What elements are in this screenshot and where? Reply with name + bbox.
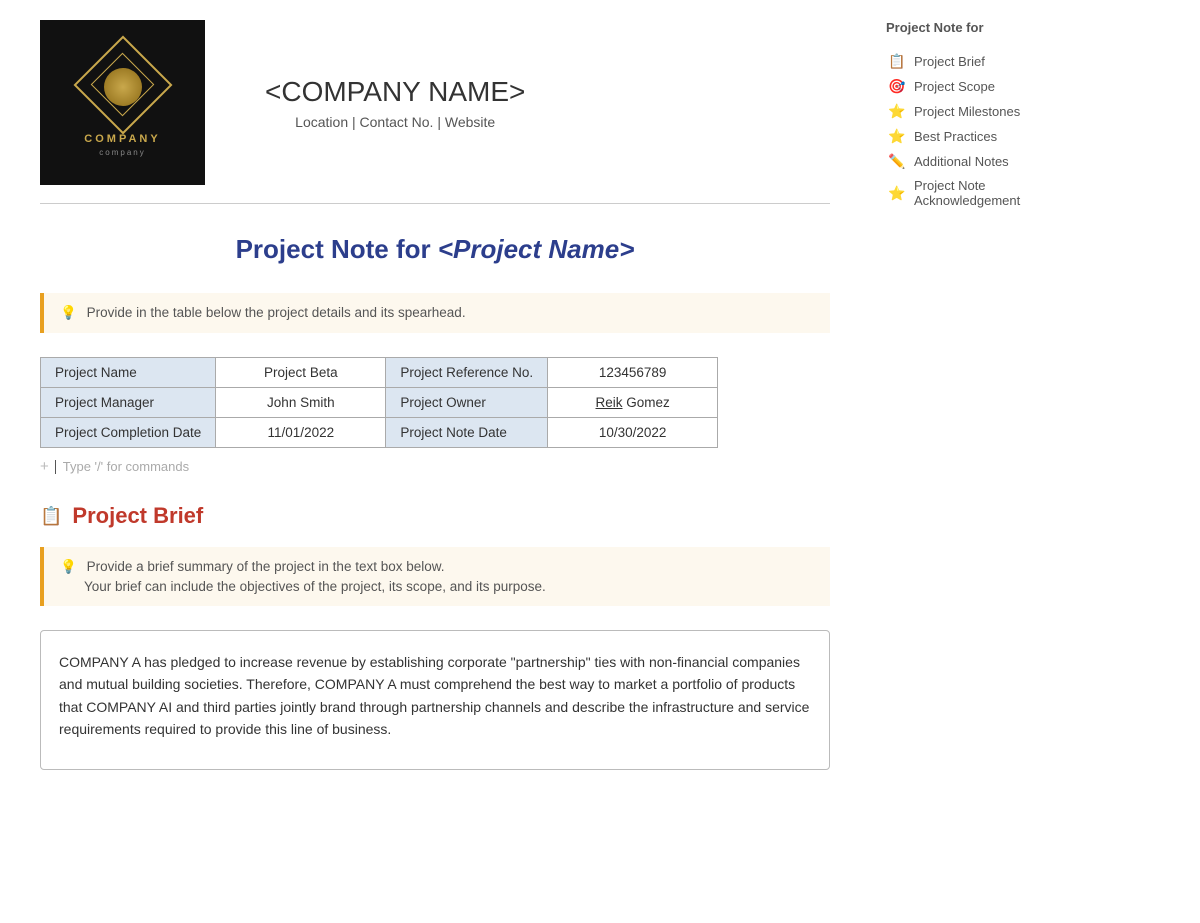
company-info: <COMPANY NAME> Location | Contact No. | … — [265, 76, 525, 130]
table-cell: Project Manager — [41, 388, 216, 418]
page-title-prefix: Project Note for — [236, 234, 438, 264]
table-row: Project Name Project Beta Project Refere… — [41, 358, 718, 388]
logo-circle — [104, 68, 142, 106]
logo-sub-text: company — [99, 148, 145, 157]
project-brief-section: 📋 Project Brief 💡 Provide a brief summar… — [40, 503, 830, 770]
sidebar-label-best-practices: Best Practices — [914, 129, 997, 144]
sidebar-label-scope: Project Scope — [914, 79, 995, 94]
sidebar-item-milestones[interactable]: ⭐ Project Milestones — [886, 99, 1074, 124]
brief-text-content[interactable]: COMPANY A has pledged to increase revenu… — [40, 630, 830, 770]
table-cell: Project Completion Date — [41, 418, 216, 448]
brief-content-text: COMPANY A has pledged to increase revenu… — [59, 654, 809, 737]
sidebar-icon-additional-notes: ✏️ — [888, 153, 906, 170]
table-cell: John Smith — [216, 388, 386, 418]
table-row: Project Completion Date 11/01/2022 Proje… — [41, 418, 718, 448]
table-cell: 10/30/2022 — [548, 418, 718, 448]
page-title: Project Note for <Project Name> — [40, 234, 830, 265]
plus-icon: + — [40, 458, 49, 475]
main-content: COMPANY company <COMPANY NAME> Location … — [0, 0, 870, 923]
page-wrapper: COMPANY company <COMPANY NAME> Location … — [0, 0, 1200, 923]
table-cell: Project Owner — [386, 388, 548, 418]
table-cell-underlined: Reik — [596, 395, 623, 410]
table-cell: Project Name — [41, 358, 216, 388]
sidebar-label-brief: Project Brief — [914, 54, 985, 69]
sidebar-icon-acknowledgement: ⭐ — [888, 185, 906, 202]
header-area: COMPANY company <COMPANY NAME> Location … — [40, 20, 830, 204]
table-cell: Project Note Date — [386, 418, 548, 448]
brief-title: Project Brief — [72, 503, 203, 529]
brief-icon: 📋 — [40, 506, 62, 527]
sidebar-item-brief[interactable]: 📋 Project Brief — [886, 49, 1074, 74]
table-cell: Project Beta — [216, 358, 386, 388]
sidebar-title: Project Note for — [886, 20, 1074, 35]
bulb-icon-1: 💡 — [60, 305, 77, 320]
company-details: Location | Contact No. | Website — [265, 114, 525, 130]
table-row: Project Manager John Smith Project Owner… — [41, 388, 718, 418]
sidebar-item-acknowledgement[interactable]: ⭐ Project Note Acknowledgement — [886, 174, 1074, 212]
table-cell: Reik Gomez — [548, 388, 718, 418]
logo-company-text: COMPANY — [84, 133, 160, 145]
section-brief-heading: 📋 Project Brief — [40, 503, 830, 529]
command-input-row[interactable]: + Type '/' for commands — [40, 458, 830, 475]
sidebar: Project Note for 📋 Project Brief 🎯 Proje… — [870, 0, 1090, 923]
brief-info-text-2: Your brief can include the objectives of… — [84, 579, 546, 594]
table-cell: 123456789 — [548, 358, 718, 388]
table-cell: 11/01/2022 — [216, 418, 386, 448]
sidebar-label-milestones: Project Milestones — [914, 104, 1020, 119]
sidebar-icon-best-practices: ⭐ — [888, 128, 906, 145]
table-cell-name-part: Gomez — [623, 395, 670, 410]
sidebar-label-additional-notes: Additional Notes — [914, 154, 1009, 169]
sidebar-item-additional-notes[interactable]: ✏️ Additional Notes — [886, 149, 1074, 174]
table-cell: Project Reference No. — [386, 358, 548, 388]
sidebar-item-best-practices[interactable]: ⭐ Best Practices — [886, 124, 1074, 149]
page-title-project-name: <Project Name> — [438, 234, 635, 264]
brief-info-box: 💡 Provide a brief summary of the project… — [40, 547, 830, 606]
command-placeholder: Type '/' for commands — [63, 459, 189, 474]
sidebar-item-scope[interactable]: 🎯 Project Scope — [886, 74, 1074, 99]
brief-info-line1: 💡 Provide a brief summary of the project… — [60, 559, 814, 575]
project-table: Project Name Project Beta Project Refere… — [40, 357, 718, 448]
company-logo: COMPANY company — [40, 20, 205, 185]
brief-info-line2: Your brief can include the objectives of… — [60, 579, 814, 594]
sidebar-icon-milestones: ⭐ — [888, 103, 906, 120]
sidebar-icon-brief: 📋 — [888, 53, 906, 70]
info-box-1-text: Provide in the table below the project d… — [87, 305, 466, 320]
sidebar-label-acknowledgement: Project Note Acknowledgement — [914, 178, 1072, 208]
info-box-1: 💡 Provide in the table below the project… — [40, 293, 830, 333]
brief-info-text-1: Provide a brief summary of the project i… — [87, 559, 445, 574]
company-name: <COMPANY NAME> — [265, 76, 525, 108]
sidebar-icon-scope: 🎯 — [888, 78, 906, 95]
bulb-icon-2: 💡 — [60, 559, 77, 574]
text-cursor — [55, 460, 56, 474]
